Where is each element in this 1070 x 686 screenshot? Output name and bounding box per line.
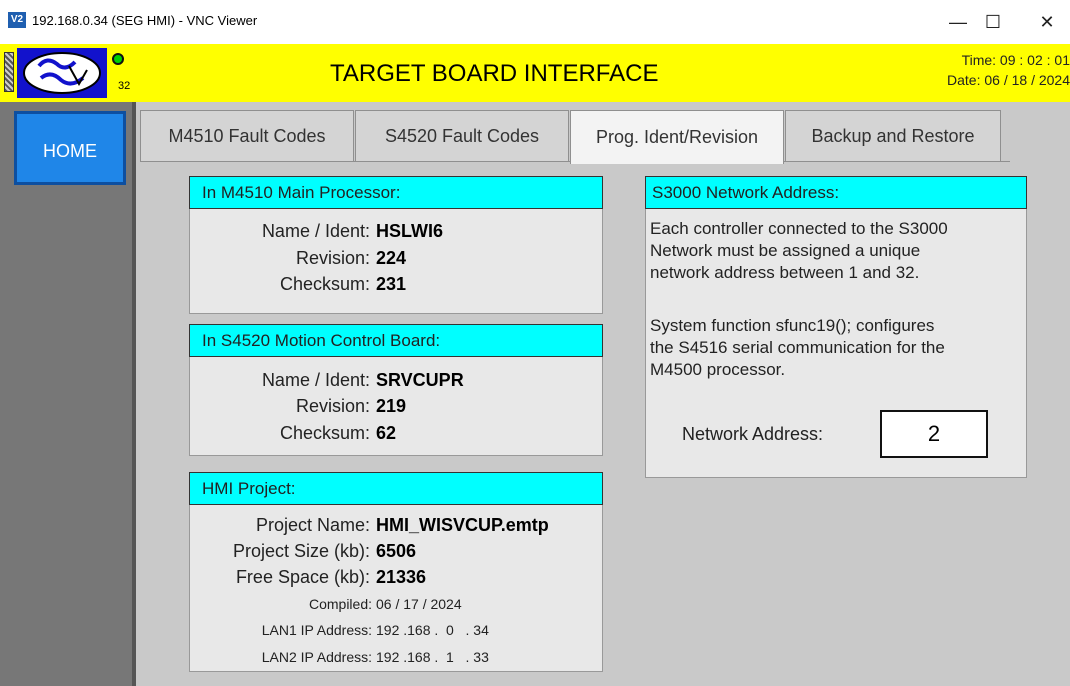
- s4520-name-value: SRVCUPR: [376, 370, 464, 390]
- free-space-value: 21336: [376, 567, 427, 587]
- date-display: Date: 06 / 18 / 2024: [947, 72, 1070, 88]
- compiled-label: Compiled:: [308, 596, 372, 612]
- s4520-checksum-label: Checksum:: [279, 423, 370, 443]
- tab-backup-and-restore[interactable]: Backup and Restore: [785, 110, 1001, 162]
- m4510-revision-label: Revision:: [295, 248, 370, 268]
- s4520-revision-value: 219: [376, 396, 407, 416]
- s4520-revision-label: Revision:: [295, 396, 370, 416]
- vnc-viewer-icon: V2: [8, 12, 26, 28]
- network-para1-line3: network address between 1 and 32.: [650, 263, 920, 282]
- network-para2-line2: the S4516 serial communication for the: [650, 338, 945, 357]
- network-address-label: Network Address:: [682, 424, 824, 444]
- maximize-button[interactable]: ☐: [973, 8, 1013, 36]
- project-name-label: Project Name:: [255, 515, 370, 535]
- lan1-ip-value: 192 .168 . 0 . 34: [376, 622, 489, 638]
- home-button[interactable]: HOME: [14, 111, 126, 185]
- m4510-panel-header: In M4510 Main Processor:: [189, 176, 603, 209]
- s4520-panel-header: In S4520 Motion Control Board:: [189, 324, 603, 357]
- network-address-input[interactable]: 2: [880, 410, 988, 458]
- network-panel-header: S3000 Network Address:: [645, 176, 1027, 209]
- project-name-value: HMI_WISVCUP.emtp: [376, 515, 549, 535]
- lan1-ip-label: LAN1 IP Address:: [261, 622, 372, 638]
- network-para1-line2: Network must be assigned a unique: [650, 241, 921, 260]
- project-size-label: Project Size (kb):: [232, 541, 370, 561]
- s4520-name-label: Name / Ident:: [261, 370, 370, 390]
- tab-prog-ident-revision[interactable]: Prog. Ident/Revision: [570, 110, 784, 164]
- network-para2-line1: System function sfunc19(); configures: [650, 316, 935, 335]
- tab-s4520-fault-codes[interactable]: S4520 Fault Codes: [355, 110, 569, 162]
- seg-logo: [17, 48, 107, 98]
- m4510-name-label: Name / Ident:: [261, 221, 370, 241]
- lan2-ip-value: 192 .168 . 1 . 33: [376, 649, 489, 665]
- hmi-project-panel-header: HMI Project:: [189, 472, 603, 505]
- s4520-checksum-value: 62: [376, 423, 397, 443]
- hmi-title: TARGET BOARD INTERFACE: [330, 60, 659, 87]
- network-para2-line3: M4500 processor.: [650, 360, 786, 379]
- led-count: 32: [118, 80, 131, 92]
- m4510-checksum-label: Checksum:: [279, 274, 370, 294]
- left-nav-rail: [0, 102, 136, 686]
- grip-handle-icon: [4, 52, 14, 92]
- m4510-checksum-value: 231: [376, 274, 407, 294]
- m4510-revision-value: 224: [376, 248, 407, 268]
- network-para1-line1: Each controller connected to the S3000: [650, 219, 948, 238]
- status-led-icon: [112, 53, 124, 65]
- compiled-value: 06 / 17 / 2024: [376, 596, 462, 612]
- lan2-ip-label: LAN2 IP Address:: [261, 649, 372, 665]
- time-display: Time: 09 : 02 : 01: [961, 52, 1070, 68]
- m4510-name-value: HSLWI6: [376, 221, 444, 241]
- project-size-value: 6506: [376, 541, 417, 561]
- window-title: 192.168.0.34 (SEG HMI) - VNC Viewer: [32, 13, 258, 28]
- tab-m4510-fault-codes[interactable]: M4510 Fault Codes: [140, 110, 354, 162]
- minimize-button[interactable]: —: [938, 8, 978, 36]
- free-space-label: Free Space (kb):: [235, 567, 370, 587]
- close-button[interactable]: ✕: [1027, 8, 1067, 36]
